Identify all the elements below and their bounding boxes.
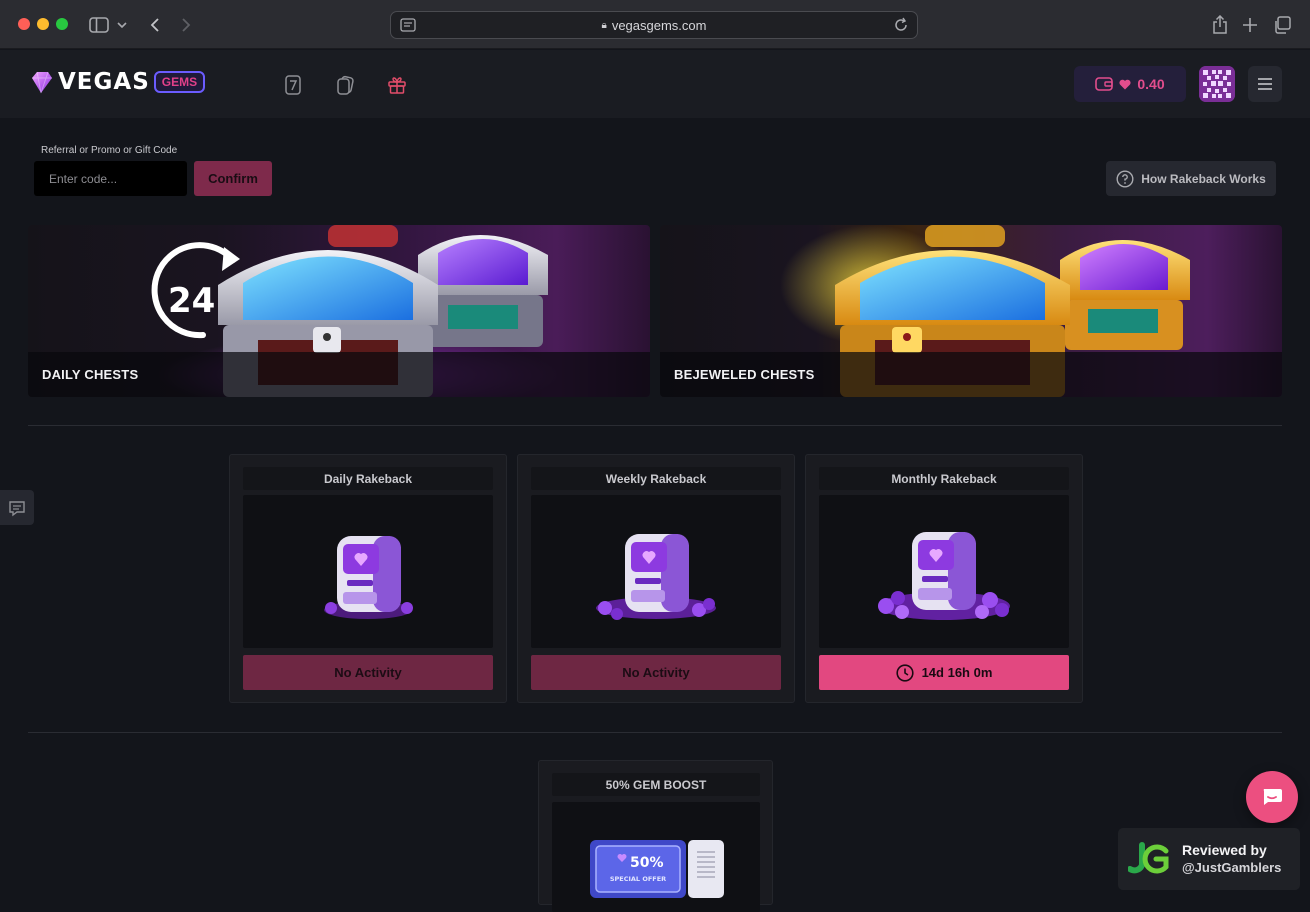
cards-icon[interactable] <box>333 73 357 97</box>
daily-rakeback-title: Daily Rakeback <box>243 467 493 490</box>
gem-boost-image: 50% SPECIAL OFFER <box>552 802 760 912</box>
daily-rakeback-status: No Activity <box>334 665 402 680</box>
message-icon <box>1263 789 1282 805</box>
bejeweled-chests-title: BEJEWELED CHESTS <box>660 352 1282 397</box>
promo-code-label: Referral or Promo or Gift Code <box>41 145 178 156</box>
gem-boost-title: 50% GEM BOOST <box>552 773 760 796</box>
avatar[interactable] <box>1199 66 1235 102</box>
daily-chests-banner[interactable]: 24 DAILY CHESTS <box>28 225 650 397</box>
atm-machine-icon <box>596 533 716 620</box>
daily-chests-title: DAILY CHESTS <box>28 352 650 397</box>
monthly-rakeback-title: Monthly Rakeback <box>819 467 1069 490</box>
promo-code-input[interactable] <box>34 161 187 196</box>
reviewer-handle: @JustGamblers <box>1182 860 1282 875</box>
url-text: vegasgems.com <box>611 17 707 33</box>
help-circle-icon <box>1116 169 1134 188</box>
weekly-rakeback-image <box>531 495 781 648</box>
new-tab-icon[interactable] <box>1239 14 1261 36</box>
section-divider <box>28 425 1282 426</box>
weekly-rakeback-claim-button[interactable]: No Activity <box>531 655 781 690</box>
hamburger-menu-button[interactable] <box>1248 66 1282 102</box>
address-bar[interactable]: 🔒︎ vegasgems.com <box>390 11 918 39</box>
weekly-rakeback-title: Weekly Rakeback <box>531 467 781 490</box>
clock-icon <box>895 663 914 682</box>
reviewed-by-label: Reviewed by <box>1182 842 1267 858</box>
reload-icon[interactable] <box>893 17 909 33</box>
atm-machine-icon <box>878 531 1010 620</box>
forward-icon[interactable] <box>175 14 197 36</box>
bejeweled-chests-banner[interactable]: BEJEWELED CHESTS <box>660 225 1282 397</box>
support-chat-button[interactable] <box>1246 771 1298 823</box>
hamburger-icon <box>1258 78 1272 90</box>
close-window-button[interactable] <box>18 18 30 30</box>
back-icon[interactable] <box>144 14 166 36</box>
monthly-rakeback-image <box>819 495 1069 648</box>
site-header: VEGAS GEMS 0.40 <box>0 50 1310 118</box>
page-menu-icon[interactable] <box>400 18 416 32</box>
side-chat-button[interactable] <box>0 490 34 525</box>
tab-overview-icon[interactable] <box>1271 14 1293 36</box>
daily-rakeback-image <box>243 495 493 648</box>
daily-24-badge: 24 <box>168 281 215 321</box>
gift-icon[interactable] <box>385 73 409 97</box>
lock-icon: 🔒︎ <box>601 19 607 31</box>
sidebar-toggle-icon[interactable] <box>88 14 110 36</box>
site-logo[interactable]: VEGAS GEMS <box>28 69 206 95</box>
gem-boost-card: 50% GEM BOOST 50% SPECIAL OFFER <box>538 760 773 912</box>
daily-rakeback-claim-button[interactable]: No Activity <box>243 655 493 690</box>
chat-icon <box>9 500 25 516</box>
ticket-subtitle: SPECIAL OFFER <box>610 875 666 883</box>
weekly-rakeback-card: Weekly Rakeback No Activity <box>517 454 795 703</box>
logo-text: VEGAS <box>58 69 150 95</box>
maximize-window-button[interactable] <box>56 18 68 30</box>
logo-badge: GEMS <box>153 71 206 93</box>
monthly-rakeback-card: Monthly Rakeback 14d 16h 0m <box>805 454 1083 703</box>
section-divider <box>28 732 1282 733</box>
weekly-rakeback-status: No Activity <box>622 665 690 680</box>
share-icon[interactable] <box>1209 14 1231 36</box>
minimize-window-button[interactable] <box>37 18 49 30</box>
wallet-balance-button[interactable]: 0.40 <box>1074 66 1186 102</box>
daily-rakeback-card: Daily Rakeback No Activity <box>229 454 507 703</box>
how-rakeback-works-button[interactable]: How Rakeback Works <box>1106 161 1276 196</box>
wallet-icon <box>1095 77 1114 91</box>
atm-machine-icon <box>324 535 413 619</box>
how-rakeback-works-label: How Rakeback Works <box>1141 171 1266 186</box>
slots-7-icon[interactable] <box>281 73 305 97</box>
confirm-button[interactable]: Confirm <box>194 161 272 196</box>
monthly-rakeback-countdown: 14d 16h 0m <box>921 665 993 680</box>
heart-gem-icon <box>1119 79 1131 89</box>
chevron-down-icon[interactable] <box>113 14 131 36</box>
reviewed-by-badge[interactable]: Reviewed by @JustGamblers <box>1118 828 1300 890</box>
browser-toolbar: 🔒︎ vegasgems.com <box>0 0 1310 49</box>
wallet-balance-value: 0.40 <box>1137 76 1165 92</box>
ticket-percent: 50% <box>630 855 664 871</box>
special-offer-ticket-icon: 50% SPECIAL OFFER <box>590 840 724 898</box>
monthly-rakeback-claim-button[interactable]: 14d 16h 0m <box>819 655 1069 690</box>
justgamblers-logo-icon <box>1128 842 1169 874</box>
gem-logo-icon <box>32 71 52 94</box>
